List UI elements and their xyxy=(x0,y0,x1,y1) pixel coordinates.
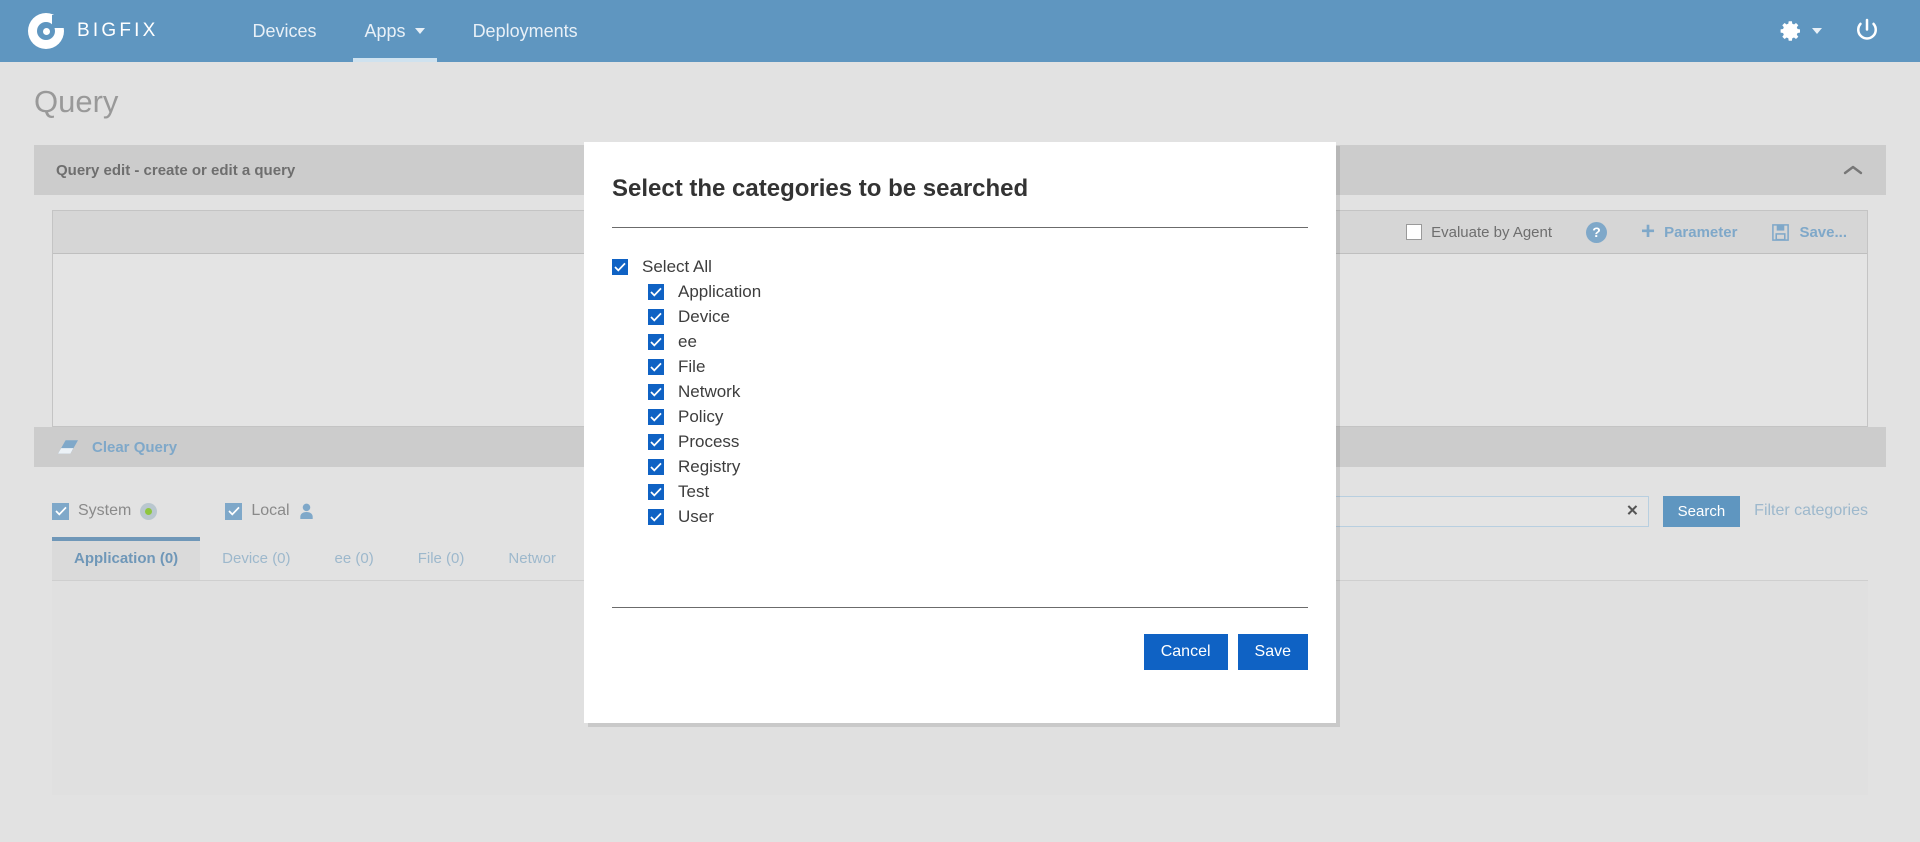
power-button[interactable] xyxy=(1852,16,1882,46)
nav-item-deployments[interactable]: Deployments xyxy=(449,0,602,62)
add-parameter-label: Parameter xyxy=(1664,224,1737,241)
top-navigation-bar: BIGFIX Devices Apps Deployments xyxy=(0,0,1920,62)
dialog-footer-divider xyxy=(612,607,1308,608)
bigfix-badge-icon xyxy=(140,503,157,520)
user-icon xyxy=(299,503,314,519)
user-checkbox[interactable] xyxy=(648,509,664,525)
tab-file[interactable]: File (0) xyxy=(396,537,487,580)
option-select-all[interactable]: Select All xyxy=(612,254,1308,279)
nav-right-actions xyxy=(1779,16,1882,46)
help-button[interactable]: ? xyxy=(1586,222,1607,243)
cancel-button[interactable]: Cancel xyxy=(1144,634,1228,670)
network-checkbox[interactable] xyxy=(648,384,664,400)
brand[interactable]: BIGFIX xyxy=(28,13,159,49)
option-policy[interactable]: Policy xyxy=(612,404,1308,429)
ee-label: ee xyxy=(678,332,697,352)
nav-item-apps[interactable]: Apps xyxy=(341,0,449,62)
file-checkbox[interactable] xyxy=(648,359,664,375)
option-test[interactable]: Test xyxy=(612,479,1308,504)
device-checkbox[interactable] xyxy=(648,309,664,325)
evaluate-by-agent-label: Evaluate by Agent xyxy=(1431,224,1552,241)
settings-chevron-down-icon xyxy=(1812,28,1822,34)
user-label: User xyxy=(678,507,714,527)
filter-system[interactable]: System xyxy=(52,502,157,520)
process-checkbox[interactable] xyxy=(648,434,664,450)
network-label: Network xyxy=(678,382,740,402)
select-categories-dialog: Select the categories to be searched Sel… xyxy=(584,142,1336,723)
application-label: Application xyxy=(678,282,761,302)
option-process[interactable]: Process xyxy=(612,429,1308,454)
nav-items: Devices Apps Deployments xyxy=(229,0,602,62)
chevron-down-icon xyxy=(415,28,425,34)
tab-ee[interactable]: ee (0) xyxy=(313,537,396,580)
application-checkbox[interactable] xyxy=(648,284,664,300)
save-button[interactable]: Save xyxy=(1238,634,1308,670)
search-input[interactable] xyxy=(1332,497,1648,526)
nav-item-devices[interactable]: Devices xyxy=(229,0,341,62)
evaluate-by-agent-option[interactable]: Evaluate by Agent xyxy=(1406,224,1552,241)
dialog-actions: Cancel Save xyxy=(1144,634,1308,670)
file-label: File xyxy=(678,357,705,377)
nav-item-deployments-label: Deployments xyxy=(473,21,578,42)
select-all-label: Select All xyxy=(642,257,712,277)
registry-checkbox[interactable] xyxy=(648,459,664,475)
evaluate-by-agent-checkbox[interactable] xyxy=(1406,224,1422,240)
save-query-button[interactable]: Save... xyxy=(1771,223,1847,242)
process-label: Process xyxy=(678,432,739,452)
search-button[interactable]: Search xyxy=(1663,496,1741,527)
tab-application[interactable]: Application (0) xyxy=(52,537,200,580)
eraser-icon xyxy=(56,439,80,456)
option-network[interactable]: Network xyxy=(612,379,1308,404)
option-registry[interactable]: Registry xyxy=(612,454,1308,479)
dialog-title: Select the categories to be searched xyxy=(612,175,1308,203)
test-label: Test xyxy=(678,482,709,502)
page-title: Query xyxy=(34,84,1920,120)
ee-checkbox[interactable] xyxy=(648,334,664,350)
test-checkbox[interactable] xyxy=(648,484,664,500)
nav-item-devices-label: Devices xyxy=(253,21,317,42)
tab-device[interactable]: Device (0) xyxy=(200,537,312,580)
filter-local-label: Local xyxy=(251,502,289,520)
page-body: Query Query edit - create or edit a quer… xyxy=(0,62,1920,842)
filter-local[interactable]: Local xyxy=(225,502,313,520)
panel-collapse-button[interactable] xyxy=(1842,163,1864,177)
tab-network[interactable]: Networ xyxy=(486,537,578,580)
brand-name: BIGFIX xyxy=(77,20,159,42)
close-icon[interactable]: ✕ xyxy=(1626,504,1639,519)
system-checkbox[interactable] xyxy=(52,503,69,520)
device-label: Device xyxy=(678,307,730,327)
search-zone: ✕ Search Filter categories xyxy=(1331,496,1868,527)
policy-label: Policy xyxy=(678,407,723,427)
filter-system-label: System xyxy=(78,502,131,520)
settings-menu-button[interactable] xyxy=(1779,19,1822,43)
select-all-checkbox[interactable] xyxy=(612,259,628,275)
local-checkbox[interactable] xyxy=(225,503,242,520)
save-query-label: Save... xyxy=(1799,224,1847,241)
clear-query-label: Clear Query xyxy=(92,439,177,456)
question-mark-icon: ? xyxy=(1586,222,1607,243)
dialog-body: Select All Application Device ee xyxy=(584,228,1336,529)
registry-label: Registry xyxy=(678,457,740,477)
option-device[interactable]: Device xyxy=(612,304,1308,329)
option-file[interactable]: File xyxy=(612,354,1308,379)
panel-header-title: Query edit - create or edit a query xyxy=(56,162,295,179)
option-user[interactable]: User xyxy=(612,504,1308,529)
option-application[interactable]: Application xyxy=(612,279,1308,304)
chevron-up-icon xyxy=(1842,163,1864,177)
bigfix-logo-icon xyxy=(28,13,64,49)
gear-icon xyxy=(1779,19,1803,43)
search-box[interactable]: ✕ xyxy=(1331,496,1649,527)
policy-checkbox[interactable] xyxy=(648,409,664,425)
filter-categories-link[interactable]: Filter categories xyxy=(1754,502,1868,520)
option-ee[interactable]: ee xyxy=(612,329,1308,354)
floppy-disk-icon xyxy=(1771,223,1790,242)
nav-item-apps-label: Apps xyxy=(365,21,406,42)
plus-icon: + xyxy=(1641,220,1655,244)
add-parameter-button[interactable]: + Parameter xyxy=(1641,220,1737,244)
